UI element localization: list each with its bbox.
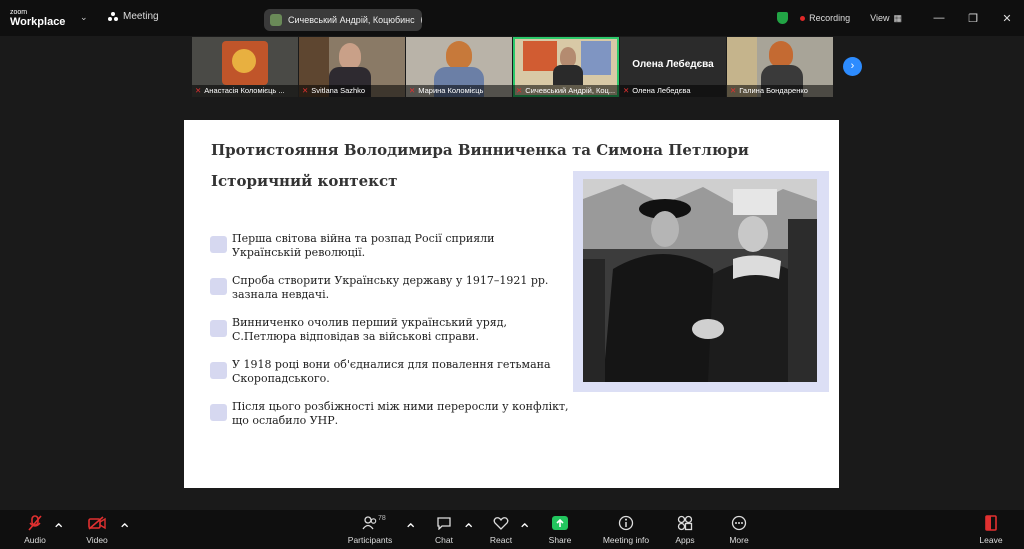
more-options-icon[interactable]: ··· (420, 14, 422, 26)
zoom-logo: zoom Workplace (10, 8, 66, 28)
view-button[interactable]: View (870, 13, 889, 23)
historical-photo (583, 179, 817, 382)
heart-icon (493, 517, 509, 530)
apps-icon (677, 515, 693, 531)
recording-label[interactable]: Recording (809, 13, 850, 23)
list-item: Після цього розбіжності між ними перерос… (210, 400, 570, 428)
speaker-name: Сичевський Андрій, Коцюбинс (288, 15, 415, 25)
photo-frame (573, 171, 829, 392)
participants-button[interactable]: 78 Participants (340, 514, 400, 545)
share-button[interactable]: Share (530, 514, 590, 545)
apps-label: Apps (675, 535, 695, 545)
meeting-menu[interactable]: Meeting (108, 11, 159, 22)
restore-icon[interactable]: ❐ (956, 12, 990, 25)
muted-mic-icon: ✕ (516, 86, 523, 95)
participant-tile[interactable]: ✕ Галина Бондаренко (727, 37, 833, 97)
participant-tile[interactable]: Олена Лебедєва ✕ Олена Лебедєва (620, 37, 726, 97)
apps-button[interactable]: Apps (655, 514, 715, 545)
logo-line2: Workplace (10, 16, 66, 28)
participant-big-name: Олена Лебедєва (632, 59, 714, 70)
meeting-info-label: Meeting info (602, 535, 650, 545)
active-speaker-pill[interactable]: Сичевський Андрій, Коцюбинс ··· (264, 9, 422, 31)
info-icon (618, 515, 634, 531)
list-item: Спроба створити Українську державу у 191… (210, 274, 570, 302)
slide-title: Протистояння Володимира Винниченка та Си… (211, 141, 749, 159)
leave-label: Leave (979, 535, 1003, 545)
participant-name: Svitlana Sazhko (311, 86, 366, 95)
encryption-shield-icon[interactable] (777, 12, 789, 24)
participant-tile[interactable]: ✕ Анастасія Коломієць ... (192, 37, 298, 97)
participant-tile-active[interactable]: ✕ Сичевський Андрій, Коц... (513, 37, 619, 97)
list-item: Винниченко очолив перший український уря… (210, 316, 570, 344)
muted-mic-icon: ✕ (623, 86, 630, 95)
more-icon (731, 515, 747, 531)
list-item: У 1918 році вони об'єдналися для повален… (210, 358, 570, 386)
meeting-info-button[interactable]: Meeting info (596, 514, 656, 545)
audio-options-chevron-icon[interactable]: ⌃ (52, 520, 65, 540)
chat-bubble-icon (437, 517, 451, 530)
shared-slide: Протистояння Володимира Винниченка та Си… (184, 120, 839, 488)
participants-icon (362, 516, 377, 530)
bullet-square-icon (210, 236, 227, 253)
minimize-icon[interactable]: — (922, 12, 956, 24)
zoom-window: zoom Workplace ⌄ Meeting Сичевський Андр… (0, 0, 1024, 549)
list-item: Перша світова війна та розпад Росії спри… (210, 232, 570, 260)
bullet-square-icon (210, 362, 227, 379)
share-label: Share (548, 535, 572, 545)
video-options-chevron-icon[interactable]: ⌃ (118, 520, 131, 540)
next-page-button[interactable]: › (843, 57, 862, 76)
slide-subtitle: Історичний контекст (211, 172, 398, 190)
meeting-toolbar: Audio ⌃ Video ⌃ 78 Participants ⌃ Chat ⌃… (0, 510, 1024, 549)
title-bar: zoom Workplace ⌄ Meeting Сичевський Андр… (0, 0, 1024, 36)
muted-mic-icon: ✕ (409, 86, 416, 95)
participant-name: Олена Лебедєва (632, 86, 691, 95)
view-grid-icon[interactable]: ▦ (893, 13, 902, 24)
participants-label: Participants (347, 535, 393, 545)
close-icon[interactable]: ✕ (990, 12, 1024, 25)
meeting-icon (108, 11, 118, 22)
participants-count: 78 (378, 515, 386, 522)
chevron-down-icon[interactable]: ⌄ (80, 12, 88, 23)
speaker-avatar-icon (270, 14, 282, 26)
participant-name: Сичевський Андрій, Коц... (525, 86, 616, 95)
bullet-square-icon (210, 278, 227, 295)
recording-dot-icon (800, 15, 806, 21)
muted-mic-icon: ✕ (195, 86, 202, 95)
participant-tile[interactable]: ✕ Марина Коломієць (406, 37, 512, 97)
meeting-label: Meeting (123, 11, 159, 22)
camera-off-icon (88, 516, 106, 530)
participant-name: Марина Коломієць (418, 86, 484, 95)
participant-name: Анастасія Коломієць ... (204, 86, 285, 95)
share-screen-icon (552, 516, 568, 530)
muted-mic-icon: ✕ (730, 86, 737, 95)
mic-muted-icon (28, 515, 42, 531)
bullet-square-icon (210, 320, 227, 337)
participant-name: Галина Бондаренко (739, 86, 808, 95)
muted-mic-icon: ✕ (302, 86, 309, 95)
leave-button[interactable]: Leave (961, 514, 1021, 545)
bullet-square-icon (210, 404, 227, 421)
participant-gallery: ✕ Анастасія Коломієць ... ✕ Svitlana Sazhk… (192, 37, 834, 97)
participant-tile[interactable]: ✕ Svitlana Sazhko (299, 37, 405, 97)
title-bar-right: Recording View ▦ — ❐ ✕ (777, 0, 1024, 36)
more-label: More (729, 535, 749, 545)
more-button[interactable]: More (709, 514, 769, 545)
leave-door-icon (985, 515, 997, 531)
bullet-list: Перша світова війна та розпад Росії спри… (210, 232, 570, 442)
